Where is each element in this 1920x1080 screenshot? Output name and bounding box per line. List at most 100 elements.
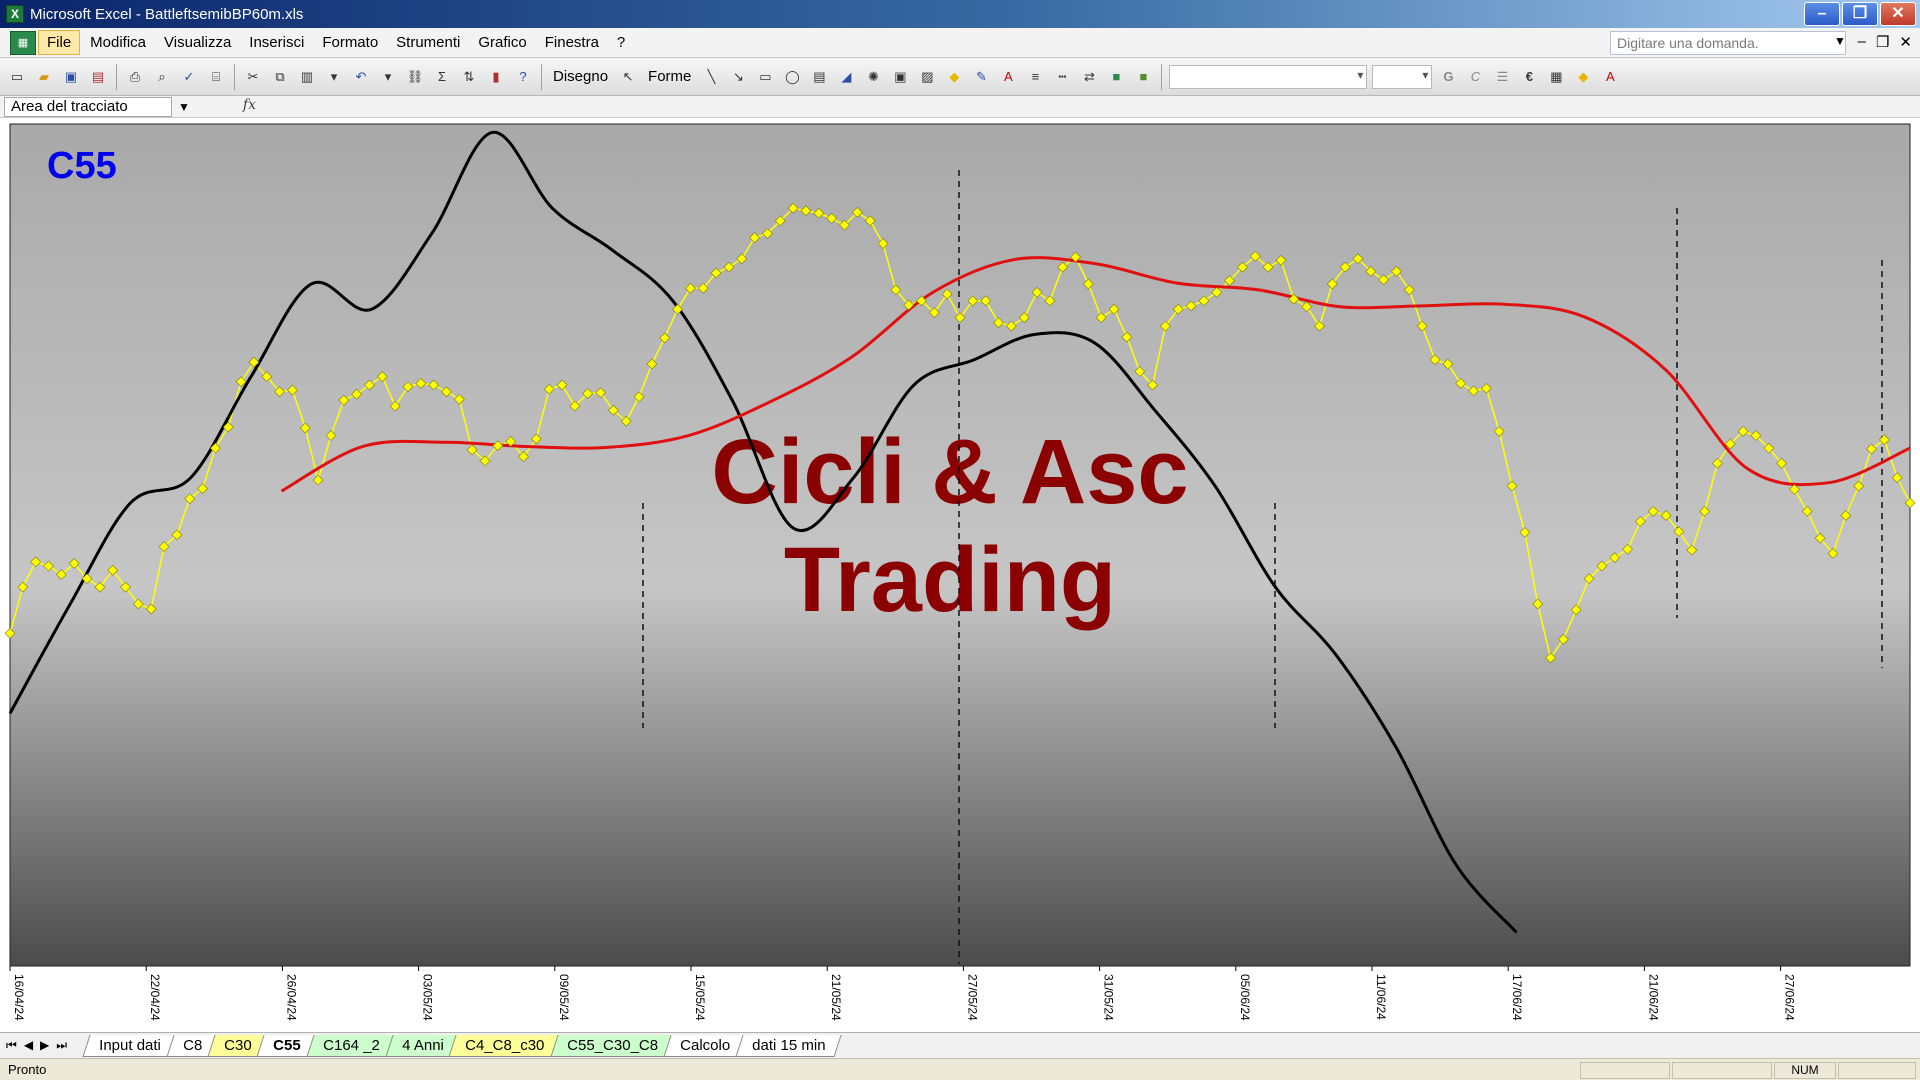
bold-button[interactable]: G — [1437, 66, 1459, 88]
chevron-down-icon[interactable]: ▼ — [172, 97, 196, 117]
font-size-combo[interactable] — [1372, 64, 1433, 89]
wordart-icon[interactable]: ◢ — [835, 66, 857, 88]
draw-menu-button[interactable]: Disegno — [549, 68, 612, 85]
font-name-combo[interactable] — [1169, 64, 1368, 89]
restore-icon[interactable]: ❐ — [1876, 33, 1889, 51]
align-center-icon[interactable]: ☰ — [1491, 66, 1513, 88]
undo-icon[interactable]: ↶ — [350, 66, 372, 88]
toolbar-separator — [1161, 63, 1163, 90]
new-file-icon[interactable]: ▭ — [6, 66, 28, 88]
close-icon[interactable]: ✕ — [1880, 2, 1916, 26]
save-icon[interactable]: ▣ — [60, 66, 82, 88]
status-panel — [1580, 1062, 1670, 1079]
window-controls: – ❐ ✕ — [1804, 2, 1916, 26]
chevron-down-icon[interactable]: ▼ — [1834, 34, 1846, 48]
x-tick-label: 15/05/24 — [693, 974, 707, 1021]
sheet-tab-c55-c30-c8[interactable]: C55_C30_C8 — [550, 1034, 675, 1057]
hyperlink-icon[interactable]: ⛓ — [404, 66, 426, 88]
font-color-icon[interactable]: A — [1599, 66, 1621, 88]
chart-title: C55 — [47, 145, 117, 187]
watermark-line: Trading — [784, 529, 1116, 631]
first-sheet-icon[interactable]: ⏮ — [6, 1038, 17, 1053]
workbook-window-controls: – ❐ ✕ — [1858, 33, 1912, 51]
textbox-icon[interactable]: ▤ — [808, 66, 830, 88]
italic-button[interactable]: C — [1464, 66, 1486, 88]
fill-color-icon[interactable]: ◆ — [943, 66, 965, 88]
select-objects-icon[interactable]: ↖ — [617, 66, 639, 88]
chart-area[interactable]: Cicli & Asc Trading 16/04/24 22/04/24 26/04… — [0, 118, 1920, 1038]
redo-icon[interactable]: ▾ — [377, 66, 399, 88]
restore-icon[interactable]: ❐ — [1842, 2, 1878, 26]
sheet-tab-label: dati 15 min — [751, 1036, 826, 1054]
sheet-tab-label: C164 _2 — [323, 1036, 380, 1054]
clipart-icon[interactable]: ▣ — [889, 66, 911, 88]
paste-icon[interactable]: ▥ — [296, 66, 318, 88]
rectangle-icon[interactable]: ▭ — [754, 66, 776, 88]
x-tick-label: 03/05/24 — [421, 974, 435, 1021]
help-search-input[interactable]: Digitare una domanda. — [1610, 31, 1846, 55]
menu-visualizza[interactable]: Visualizza — [156, 31, 239, 54]
line-icon[interactable]: ╲ — [700, 66, 722, 88]
font-color-icon[interactable]: A — [997, 66, 1019, 88]
print-icon[interactable]: ⎙ — [124, 66, 146, 88]
oval-icon[interactable]: ◯ — [781, 66, 803, 88]
menu-help[interactable]: ? — [609, 31, 633, 54]
spelling-icon[interactable]: ✓ — [178, 66, 200, 88]
fx-icon[interactable]: fx — [196, 97, 260, 117]
chart-wizard-icon[interactable]: ▮ — [485, 66, 507, 88]
menu-bar: ▦ File Modifica Visualizza Inserisci For… — [0, 28, 1920, 58]
menu-strumenti[interactable]: Strumenti — [388, 31, 468, 54]
copy-icon[interactable]: ⧉ — [269, 66, 291, 88]
picture-icon[interactable]: ▨ — [916, 66, 938, 88]
sheet-tab-c164-2[interactable]: C164 _2 — [306, 1034, 397, 1057]
excel-app-icon[interactable]: X — [6, 5, 24, 23]
format-painter-icon[interactable]: ▾ — [323, 66, 345, 88]
line-style-icon[interactable]: ≡ — [1024, 66, 1046, 88]
name-box[interactable]: Area del tracciato — [4, 96, 172, 117]
menu-grafico[interactable]: Grafico — [470, 31, 534, 54]
workbook-icon[interactable]: ▦ — [10, 30, 36, 55]
watermark-line: Cicli & Asc — [711, 421, 1188, 523]
sheet-tab-c4-c8-c30[interactable]: C4_C8_c30 — [448, 1034, 562, 1057]
toolbar-separator — [234, 63, 235, 90]
sheet-tab-calcolo[interactable]: Calcolo — [662, 1034, 747, 1057]
menu-modifica[interactable]: Modifica — [82, 31, 154, 54]
dash-style-icon[interactable]: ┅ — [1051, 66, 1073, 88]
3d-icon[interactable]: ■ — [1132, 66, 1154, 88]
borders-icon[interactable]: ▦ — [1545, 66, 1567, 88]
sheet-tab-input-dati[interactable]: Input dati — [82, 1034, 178, 1057]
line-color-icon[interactable]: ✎ — [970, 66, 992, 88]
menu-finestra[interactable]: Finestra — [537, 31, 607, 54]
print-preview-icon[interactable]: ⌕ — [151, 66, 173, 88]
last-sheet-icon[interactable]: ⏭ — [56, 1038, 67, 1053]
menu-formato[interactable]: Formato — [314, 31, 386, 54]
open-folder-icon[interactable]: ▰ — [33, 66, 55, 88]
arrow-style-icon[interactable]: ⇄ — [1078, 66, 1100, 88]
cut-icon[interactable]: ✂ — [242, 66, 264, 88]
menu-file[interactable]: File — [38, 30, 81, 55]
research-icon[interactable]: ⌸ — [205, 66, 227, 88]
sheet-tabs-bar: ⏮ ◀ ▶ ⏭ Input dati C8 C30 C55 C164 _2 4 Anni C… — [0, 1032, 1920, 1058]
euro-button[interactable]: € — [1518, 66, 1540, 88]
sheet-tab-label: C4_C8_c30 — [465, 1036, 545, 1054]
permission-icon[interactable]: ▤ — [87, 66, 109, 88]
next-sheet-icon[interactable]: ▶ — [40, 1038, 49, 1053]
sheet-tab-dati-15-min[interactable]: dati 15 min — [734, 1034, 842, 1057]
menu-inserisci[interactable]: Inserisci — [241, 31, 312, 54]
minimize-icon[interactable]: – — [1858, 33, 1866, 51]
shapes-menu-button[interactable]: Forme — [644, 68, 695, 85]
chart-svg[interactable]: Cicli & AscTrading 16/04/24 22/04/24 26/04… — [0, 118, 1920, 1032]
arrow-icon[interactable]: ↘ — [727, 66, 749, 88]
autosum-icon[interactable]: Σ — [431, 66, 453, 88]
fill-color-icon[interactable]: ◆ — [1572, 66, 1594, 88]
prev-sheet-icon[interactable]: ◀ — [24, 1038, 33, 1053]
sheet-tab-label: C55_C30_C8 — [566, 1036, 658, 1054]
sort-icon[interactable]: ⇅ — [458, 66, 480, 88]
help-icon[interactable]: ? — [512, 66, 534, 88]
x-tick-label: 16/04/24 — [12, 974, 26, 1021]
title-bar: X Microsoft Excel - BattleftsemibBP60m.x… — [0, 0, 1920, 28]
diagram-icon[interactable]: ✺ — [862, 66, 884, 88]
close-icon[interactable]: ✕ — [1899, 33, 1912, 51]
minimize-icon[interactable]: – — [1804, 2, 1840, 26]
shadow-icon[interactable]: ■ — [1105, 66, 1127, 88]
